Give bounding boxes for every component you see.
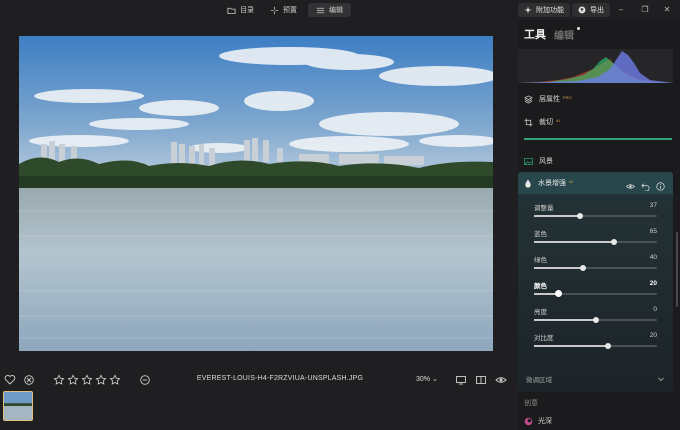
star-3-icon[interactable] (81, 373, 93, 385)
notification-dot (577, 27, 580, 30)
crop-row[interactable]: 裁切 AI (518, 112, 673, 132)
slider-fill (534, 345, 608, 347)
slider-fill (534, 215, 580, 217)
folder-icon (227, 7, 236, 14)
chevron-down-icon (658, 377, 664, 382)
pro-badge: PRO (563, 94, 572, 100)
panel-title[interactable]: 工具 (524, 26, 546, 42)
slider-track[interactable] (534, 342, 657, 349)
ai-badge: AI (556, 117, 560, 123)
sliders-icon (316, 7, 325, 13)
slider-value[interactable]: 20 (650, 280, 657, 287)
reject-icon[interactable] (23, 373, 35, 385)
slider-label: 蓝色 (534, 231, 547, 238)
sparkle-icon (524, 6, 532, 14)
slider-knob[interactable] (576, 212, 583, 219)
slider-knob[interactable] (610, 238, 617, 245)
slider-track[interactable] (534, 316, 657, 323)
thumbnail[interactable] (3, 391, 33, 421)
slider-knob[interactable] (604, 342, 611, 349)
slider-value[interactable]: 65 (650, 228, 657, 235)
histogram (518, 49, 673, 83)
top-bar: 目录 预置 编辑 附加功能 导出 – ❐ ✕ (0, 0, 680, 20)
slider-value[interactable]: 20 (650, 332, 657, 339)
minimize-button[interactable]: – (614, 4, 628, 16)
slider-fill (534, 319, 596, 321)
panel-subtitle[interactable]: 编辑 (554, 27, 574, 42)
landscape-row[interactable]: 风景 (518, 151, 673, 171)
compare-icon[interactable] (475, 373, 487, 385)
layers-icon (524, 94, 533, 104)
slider-value[interactable]: 40 (650, 254, 657, 261)
slider-fill (534, 241, 614, 243)
slider-knob[interactable] (580, 264, 587, 271)
tab-catalog-label: 目录 (240, 7, 254, 14)
slider-track[interactable] (534, 212, 657, 219)
water-enhance-section: 水景增强 AI 调整量 37 蓝色 65 绿色 40 颜色 20 亮度 0 对比度 20 微调区域 (518, 172, 673, 392)
water-drop-icon (525, 178, 531, 188)
slider-label: 绿色 (534, 257, 547, 264)
export-button-label: 导出 (590, 7, 604, 14)
tab-presets[interactable]: 预置 (262, 3, 305, 17)
crop-label: 裁切 (539, 119, 553, 126)
chevron-down-icon: ⌄ (431, 376, 438, 383)
minus-circle-icon[interactable] (139, 373, 151, 385)
creative-heading: 创意 (524, 400, 538, 407)
slider-label: 对比度 (534, 335, 554, 342)
eye-icon[interactable] (495, 373, 507, 385)
heart-icon[interactable] (4, 373, 16, 385)
star-5-icon[interactable] (109, 373, 121, 385)
tab-edit[interactable]: 编辑 (308, 3, 351, 17)
export-icon (578, 6, 586, 14)
slider-fill (534, 267, 584, 269)
slider-track[interactable] (534, 264, 657, 271)
undo-icon[interactable] (641, 178, 650, 192)
light-depth-label: 光深 (538, 418, 552, 425)
filename-label: EVEREST-LOUIS-H4-F2RZVIUA-UNSPLASH.JPG (196, 375, 364, 382)
light-depth-row[interactable]: 光深 (524, 416, 552, 426)
layer-properties-row[interactable]: 层属性 PRO (518, 89, 673, 109)
fine-tune-region[interactable]: 微调区域 (518, 368, 673, 390)
sparkle-icon (270, 6, 279, 14)
zoom-dropdown[interactable]: 30% ⌄ (416, 375, 438, 383)
active-tool-divider (524, 138, 672, 140)
slider-track[interactable] (534, 290, 657, 297)
addon-button[interactable]: 附加功能 (518, 3, 570, 17)
tab-edit-label: 编辑 (329, 7, 343, 14)
slider-label: 颜色 (534, 283, 547, 290)
export-button[interactable]: 导出 (572, 3, 610, 17)
tab-presets-label: 预置 (283, 7, 297, 14)
right-panel: 工具 编辑 层属性 PRO 裁切 AI 风景 水景增强 AI 调整量 37 蓝色… (518, 20, 680, 430)
bottom-toolbar: EVEREST-LOUIS-H4-F2RZVIUA-UNSPLASH.JPG 3… (0, 368, 518, 390)
info-icon[interactable] (656, 178, 665, 191)
star-1-icon[interactable] (53, 373, 65, 385)
slider-knob[interactable] (555, 290, 563, 297)
crop-icon (524, 117, 533, 127)
zoom-value: 30% (416, 376, 431, 383)
maximize-button[interactable]: ❐ (638, 4, 652, 16)
close-button[interactable]: ✕ (660, 4, 674, 16)
landscape-label: 风景 (539, 158, 553, 165)
water-enhance-title: 水景增强 (538, 180, 566, 187)
slider-knob[interactable] (592, 316, 599, 323)
fine-tune-label: 微调区域 (526, 377, 552, 384)
tab-catalog[interactable]: 目录 (219, 3, 262, 17)
slider-label: 亮度 (534, 309, 547, 316)
landscape-icon (524, 157, 533, 165)
filmstrip (0, 390, 518, 430)
panel-scrollbar[interactable] (676, 232, 678, 307)
ai-badge: AI (569, 178, 573, 184)
light-depth-icon (524, 417, 533, 425)
star-2-icon[interactable] (67, 373, 79, 385)
addon-button-label: 附加功能 (536, 7, 564, 14)
layer-properties-label: 层属性 (539, 96, 560, 103)
eye-icon[interactable] (625, 178, 636, 189)
slider-value[interactable]: 0 (653, 306, 657, 313)
star-4-icon[interactable] (95, 373, 107, 385)
main-photo[interactable] (19, 36, 493, 351)
slider-track[interactable] (534, 238, 657, 245)
slider-value[interactable]: 37 (650, 202, 657, 209)
monitor-icon[interactable] (455, 373, 467, 385)
slider-label: 调整量 (534, 205, 554, 212)
